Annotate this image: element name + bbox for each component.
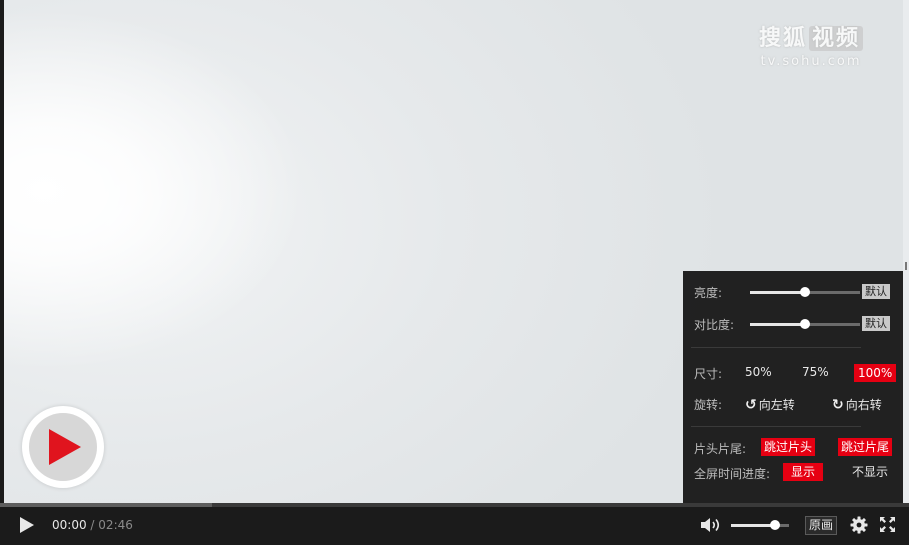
contrast-reset-button[interactable]: 默认 <box>862 316 890 331</box>
quality-button[interactable]: 原画 <box>805 516 837 535</box>
brightness-slider[interactable] <box>750 287 860 297</box>
rotate-right-icon: ↻ <box>832 397 844 413</box>
skip-outro-button[interactable]: 跳过片尾 <box>838 438 893 456</box>
size-row: 尺寸: 50% 75% 100% <box>683 363 903 383</box>
rotate-left-icon: ↺ <box>745 397 757 413</box>
skip-intro-button[interactable]: 跳过片头 <box>761 438 816 456</box>
skip-row: 片头片尾: 跳过片头 跳过片尾 <box>683 438 903 458</box>
contrast-label: 对比度: <box>694 318 735 332</box>
rotate-label: 旋转: <box>694 398 723 412</box>
rotate-right-label: 向右转 <box>845 398 882 412</box>
settings-divider <box>691 426 861 427</box>
side-scroll-edge <box>903 0 909 503</box>
settings-divider <box>691 347 861 348</box>
rotate-left-button[interactable]: ↺ 向左转 <box>745 396 795 413</box>
rotate-right-button[interactable]: ↻ 向右转 <box>832 396 882 413</box>
volume-slider-handle[interactable] <box>769 520 780 530</box>
current-time: 00:00 <box>52 518 87 532</box>
play-icon[interactable] <box>20 517 34 533</box>
size-option-100[interactable]: 100% <box>854 364 897 382</box>
volume-icon[interactable] <box>699 516 723 534</box>
control-bar: 00:00 / 02:46 原画 <box>0 507 909 545</box>
contrast-slider[interactable] <box>750 319 860 329</box>
contrast-slider-handle[interactable] <box>800 319 810 329</box>
duration: 02:46 <box>98 518 133 532</box>
rotate-row: 旋转: ↺ 向左转 ↻ 向右转 <box>683 394 903 414</box>
settings-panel: 亮度: 默认 对比度: 默认 尺寸: 50% 75% 100% 旋转: ↺ 向左转 <box>683 271 903 503</box>
brightness-slider-handle[interactable] <box>800 287 810 297</box>
watermark-logo: 搜狐 视频 <box>759 20 863 52</box>
gear-icon[interactable] <box>850 516 868 534</box>
size-option-75[interactable]: 75% <box>802 365 829 379</box>
time-separator: / <box>90 518 95 532</box>
size-option-50[interactable]: 50% <box>745 365 772 379</box>
contrast-slider-fill <box>750 323 805 326</box>
sohu-watermark: 搜狐 视频 tv.sohu.com <box>759 20 863 69</box>
size-label: 尺寸: <box>694 367 723 381</box>
volume-slider-fill <box>731 524 775 527</box>
watermark-name-b: 视频 <box>808 26 863 51</box>
brightness-row: 亮度: 默认 <box>683 282 903 302</box>
skip-label: 片头片尾: <box>694 442 747 456</box>
video-player: 搜狐 视频 tv.sohu.com 亮度: 默认 对比度: 默认 尺寸: 50%… <box>0 0 909 545</box>
brightness-label: 亮度: <box>694 286 723 300</box>
volume-slider[interactable] <box>731 520 789 530</box>
watermark-name-a: 搜狐 <box>758 26 807 51</box>
watermark-url: tv.sohu.com <box>760 54 862 69</box>
fullscreen-progress-show-button[interactable]: 显示 <box>783 463 824 481</box>
rotate-left-label: 向左转 <box>758 398 795 412</box>
play-icon <box>49 429 81 465</box>
contrast-row: 对比度: 默认 <box>683 314 903 334</box>
time-display: 00:00 / 02:46 <box>52 518 133 532</box>
fullscreen-icon[interactable] <box>879 516 896 533</box>
big-play-button[interactable] <box>22 406 104 488</box>
fullscreen-progress-row: 全屏时间进度: 显示 不显示 <box>683 463 903 483</box>
fullscreen-progress-hide-button[interactable]: 不显示 <box>852 463 888 480</box>
brightness-slider-fill <box>750 291 805 294</box>
brightness-reset-button[interactable]: 默认 <box>862 284 890 299</box>
fullscreen-progress-label: 全屏时间进度: <box>694 467 771 481</box>
